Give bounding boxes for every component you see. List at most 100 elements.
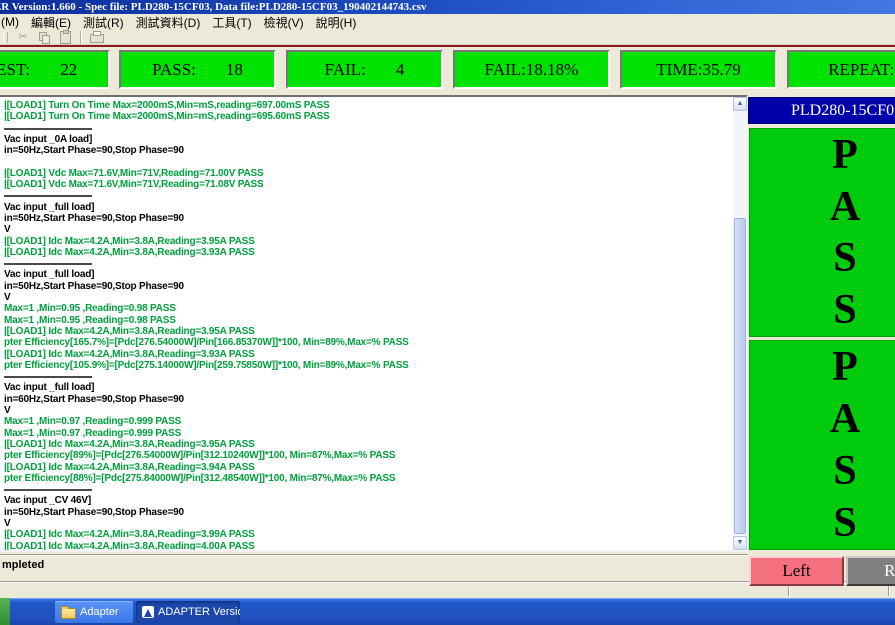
pass-letter: S (833, 448, 857, 494)
log-line: |[LOAD1] Turn On Time Max=2000mS,Min=mS,… (4, 111, 330, 123)
log-line: in=50Hz,Start Phase=90,Stop Phase=90 (4, 212, 184, 224)
log-section-divider (4, 258, 728, 269)
log-line: in=50Hz,Start Phase=90,Stop Phase=90 (4, 280, 184, 292)
result-banner: TEST: 22 PASS: 18 FAIL: 4 FAIL:18.18% TIME:35.7… (0, 45, 895, 95)
test-log-area: |[LOAD1] Turn On Time Max=2000mS,Min=mS,… (0, 95, 748, 552)
banner-box-time-35-79: TIME:35.79 (620, 50, 777, 89)
pass-indicator-1: PASS (749, 128, 895, 337)
log-line: Vac input _CV 46V] (4, 495, 91, 507)
log-line: |[LOAD1] Idc Max=4.2A,Min=3.8A,Reading=3… (4, 325, 255, 337)
print-button[interactable] (88, 31, 106, 44)
banner-box-repeat-0: REPEAT:0 (787, 50, 895, 89)
log-line: |[LOAD1] Vdc Max=71.6V,Min=71V,Reading=7… (4, 179, 264, 191)
banner-box-pass: PASS: 18 (119, 50, 276, 89)
taskbar-button-adapter-app[interactable]: ADAPTER Version:1... (136, 601, 240, 623)
log-line: Vac input _full load] (4, 269, 95, 281)
pass-letter: P (832, 131, 858, 178)
menu-item-6[interactable]: 說明(H) (310, 14, 363, 31)
app-window: ADAPTER Version:1.660 - Spec file: PLD28… (0, 0, 895, 625)
menu-bar: (M) 編輯(E) 測試(R) 測試資料(D) 工具(T) 檢視(V) 說明(H) (0, 14, 895, 30)
log-line: |[LOAD1] Idc Max=4.2A,Min=3.8A,Reading=3… (4, 348, 255, 360)
menu-item-3[interactable]: 測試資料(D) (130, 14, 207, 31)
log-line: |[LOAD1] Idc Max=4.2A,Min=3.8A,Reading=3… (4, 438, 255, 450)
print-icon (90, 31, 104, 43)
pass-letter: S (833, 235, 857, 282)
copy-button[interactable] (35, 31, 53, 44)
log-line: in=50Hz,Start Phase=90,Stop Phase=90 (4, 506, 184, 518)
log-line: |[LOAD1] Vdc Max=71.6V,Min=71V,Reading=7… (4, 167, 264, 179)
folder-icon (61, 605, 76, 619)
pass-letter: S (833, 500, 857, 546)
menu-item-4[interactable]: 工具(T) (206, 14, 257, 31)
banner-label: FAIL: (324, 59, 366, 79)
taskbar-button-adapter[interactable]: Adapter (55, 601, 133, 623)
log-line: |[LOAD1] Idc Max=4.2A,Min=3.8A,Reading=4… (4, 540, 255, 552)
scrollbar-thumb[interactable] (734, 218, 746, 534)
log-line: V (4, 292, 11, 304)
log-line: Max=1 ,Min=0.95 ,Reading=0.98 PASS (4, 314, 176, 326)
pass-letter: A (829, 396, 861, 442)
log-line: in=50Hz,Start Phase=90,Stop Phase=90 (4, 145, 184, 157)
banner-label: TEST: (0, 59, 31, 79)
scroll-up-icon[interactable]: ▲ (733, 97, 747, 111)
log-line: Max=1 ,Min=0.97 ,Reading=0.999 PASS (4, 427, 182, 439)
menu-item-2[interactable]: 測試(R) (77, 14, 130, 31)
log-line: pter Efficiency[88%]=[Pdc[275.84000W]/Pi… (4, 472, 396, 484)
log-section-divider (4, 484, 728, 495)
start-button[interactable] (0, 598, 10, 625)
status-message: mpleted (2, 559, 45, 571)
toolbar-separator (80, 30, 82, 44)
paste-button[interactable] (56, 29, 74, 44)
log-line: V (4, 224, 11, 236)
log-line: pter Efficiency[105.9%]=[Pdc[275.14000W]… (4, 359, 409, 371)
banner-label: PASS: (152, 59, 196, 79)
log-line: |[LOAD1] Idc Max=4.2A,Min=3.8A,Reading=3… (4, 461, 255, 473)
log-line: Vac input _0A load] (4, 133, 93, 145)
result-panel: PLD280-15CF03 PASS PASS (748, 95, 895, 552)
banner-box-test: TEST: 22 (0, 50, 110, 89)
log-section-divider (4, 190, 728, 201)
pass-letter: S (833, 287, 857, 334)
banner-box-fail: FAIL: 4 (286, 50, 443, 89)
log-line: Max=1 ,Min=0.95 ,Reading=0.98 PASS (4, 303, 176, 315)
status-divider-top (0, 554, 748, 556)
banner-label: REPEAT:0 (828, 59, 895, 79)
log-line: pter Efficiency[89%]=[Pdc[276.54000W]/Pi… (4, 450, 396, 462)
log-line: Max=1 ,Min=0.97 ,Reading=0.999 PASS (4, 416, 182, 428)
cut-icon: ✂ (18, 30, 28, 43)
log-line: pter Efficiency[165.7%]=[Pdc[276.54000W]… (4, 337, 409, 349)
log-section-divider (4, 123, 728, 134)
taskbar (0, 598, 895, 625)
log-line: in=60Hz,Start Phase=90,Stop Phase=90 (4, 393, 184, 405)
log-scrollbar[interactable]: ▲ ▼ (733, 97, 747, 550)
app-triangle-icon (142, 606, 154, 618)
menu-item-1[interactable]: 編輯(E) (25, 14, 77, 31)
toolbar: ✂ (0, 29, 895, 45)
banner-label: FAIL:18.18% (484, 59, 579, 79)
banner-value: 4 (395, 59, 405, 79)
statusbar-panel-divider (888, 585, 890, 596)
taskbar-button-label: Adapter (80, 606, 119, 618)
toolbar-grip[interactable] (3, 31, 8, 43)
banner-value: 18 (225, 59, 243, 79)
log-line: |[LOAD1] Idc Max=4.2A,Min=3.8A,Reading=3… (4, 529, 255, 541)
log-line: |[LOAD1] Turn On Time Max=2000mS,Min=mS,… (4, 100, 330, 111)
banner-value: 22 (60, 59, 78, 79)
pass-letter: A (829, 183, 861, 230)
scroll-down-icon[interactable]: ▼ (733, 536, 747, 550)
log-line: V (4, 405, 11, 417)
menu-item-5[interactable]: 檢視(V) (258, 14, 310, 31)
spec-name-header: PLD280-15CF03 (748, 97, 895, 124)
copy-icon (38, 31, 50, 44)
left-button[interactable]: Left (749, 556, 844, 586)
log-section-divider (4, 371, 728, 382)
log-line: V (4, 517, 11, 529)
right-button[interactable]: Right (846, 556, 895, 586)
pass-letter: P (832, 344, 858, 390)
pass-indicator-2: PASS (749, 340, 895, 550)
banner-box-fail-18-18: FAIL:18.18% (453, 50, 610, 89)
cut-button[interactable]: ✂ (14, 31, 32, 44)
menu-item-0[interactable]: (M) (0, 15, 25, 29)
log-line: |[LOAD1] Idc Max=4.2A,Min=3.8A,Reading=3… (4, 235, 255, 247)
